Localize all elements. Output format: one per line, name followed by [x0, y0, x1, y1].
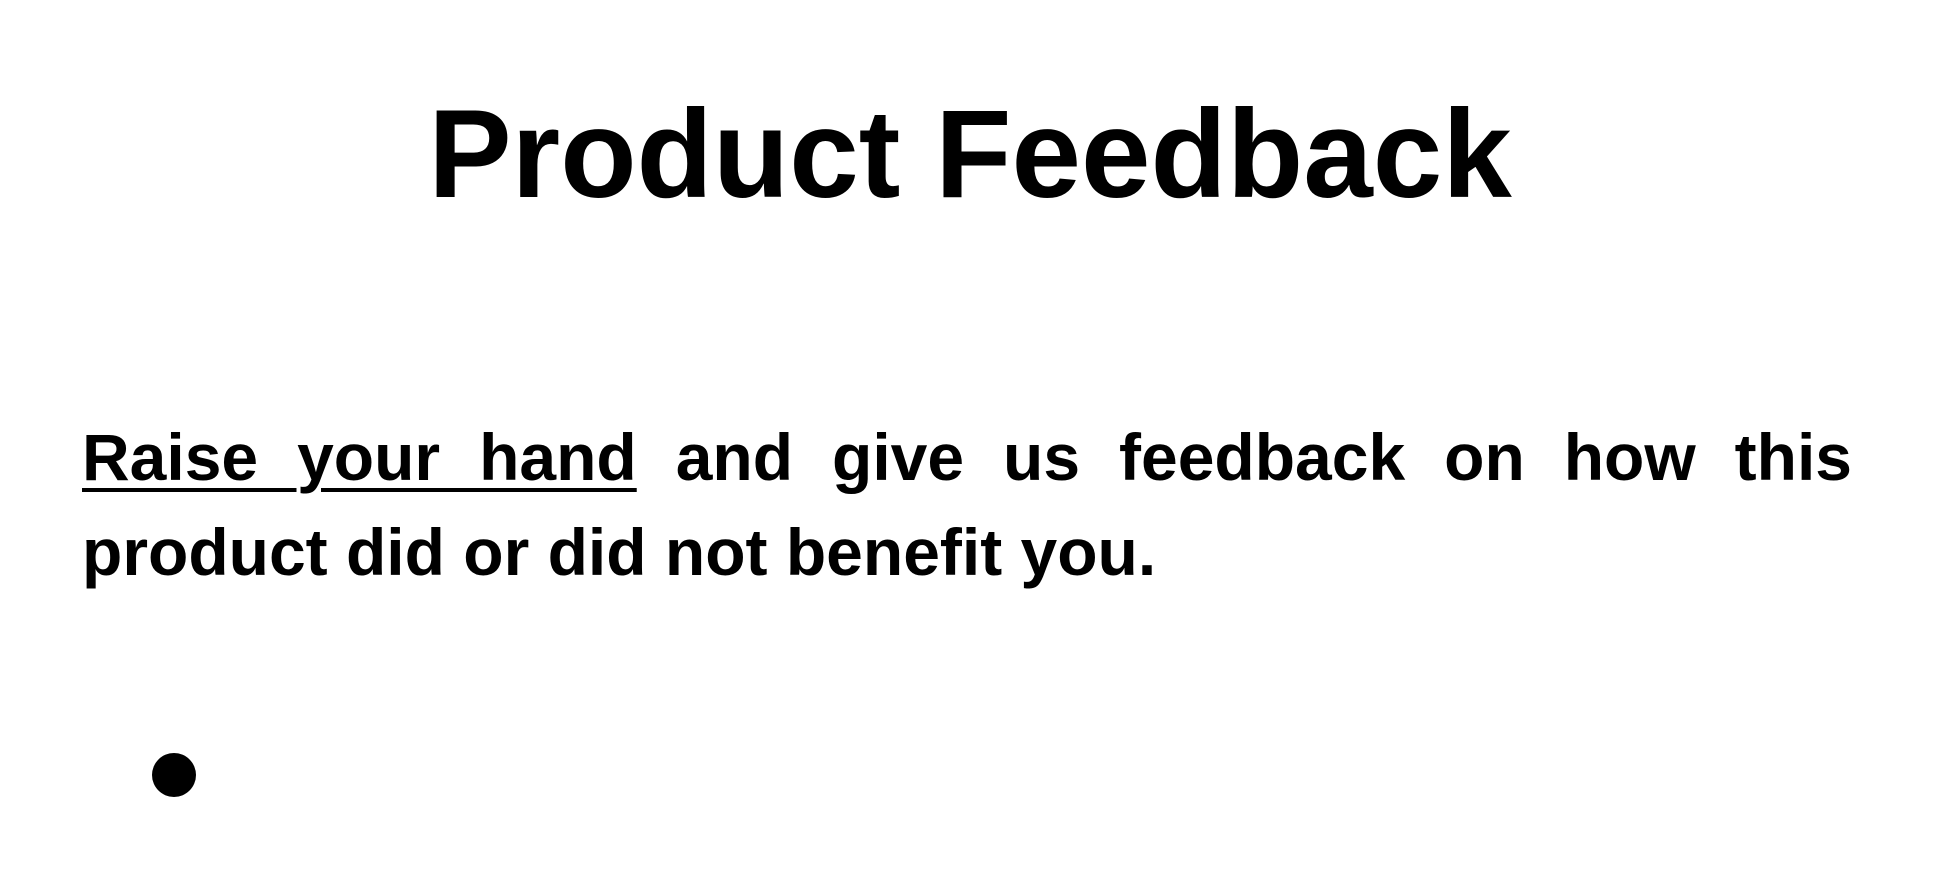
raise-hand-emphasis: Raise your hand: [82, 420, 637, 494]
page-title: Product Feedback: [428, 85, 1512, 224]
feedback-paragraph: Raise your hand and give us feedback on …: [82, 410, 1852, 600]
bullet-point-icon: [152, 753, 196, 797]
